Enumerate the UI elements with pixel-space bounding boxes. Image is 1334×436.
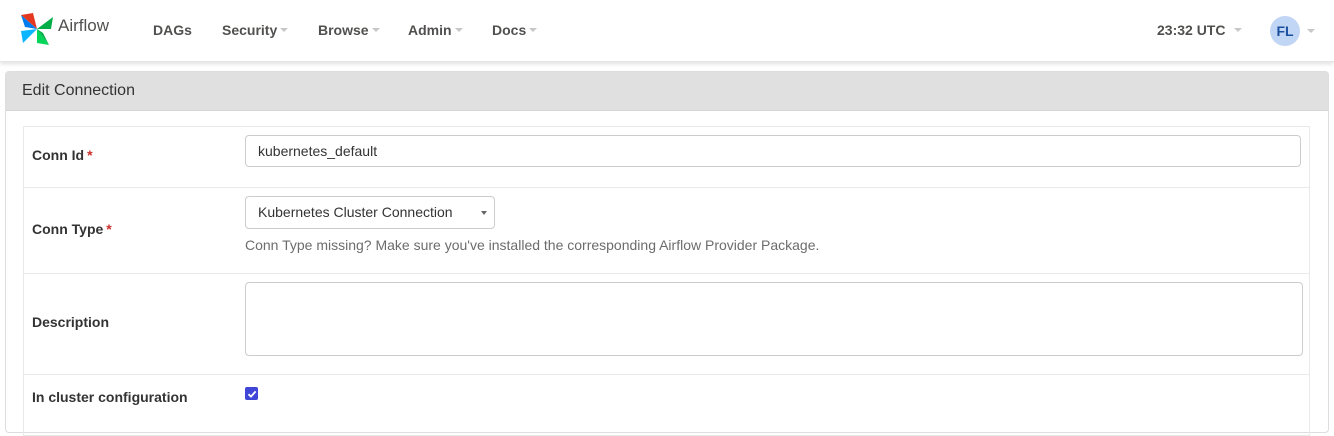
brand-name: Airflow [58,16,110,35]
chevron-down-icon [280,28,289,33]
clock-menu[interactable]: 23:32 UTC [1157,22,1243,38]
user-avatar[interactable]: FL [1270,16,1300,46]
required-mark: * [106,221,112,237]
select-arrow-icon [481,211,487,215]
chevron-down-icon[interactable] [1307,29,1315,33]
airflow-logo-icon [19,11,55,47]
nav-browse[interactable]: Browse [318,22,380,38]
nav-docs-label: Docs [492,22,527,38]
conn-id-row: Conn Id * kubernetes_default [23,127,1310,188]
conn-type-select[interactable]: Kubernetes Cluster Connection [245,196,495,229]
nav-security[interactable]: Security [222,22,289,38]
conn-type-label: Conn Type * [32,221,112,237]
nav-dags-label: DAGs [153,22,192,38]
clock-time: 23:32 UTC [1157,22,1226,38]
panel-title: Edit Connection [6,72,1328,111]
conn-type-row: Conn Type * Kubernetes Cluster Connection… [23,188,1310,274]
in-cluster-row: In cluster configuration [23,375,1310,436]
chevron-down-icon [529,28,538,33]
checkmark-icon [247,390,256,398]
chevron-down-icon [1234,28,1243,33]
nav-admin[interactable]: Admin [408,22,463,38]
in-cluster-checkbox[interactable] [245,387,258,400]
nav-admin-label: Admin [408,22,452,38]
nav-browse-label: Browse [318,22,369,38]
conn-type-help-text: Conn Type missing? Make sure you've inst… [245,237,820,253]
conn-type-label-text: Conn Type [32,221,104,237]
top-navbar: Airflow DAGs Security Browse Admin Docs … [0,0,1334,62]
description-row: Description [23,274,1310,375]
conn-type-selected-value: Kubernetes Cluster Connection [258,204,453,220]
brand-link[interactable]: Airflow [19,11,109,47]
chevron-down-icon [371,28,380,33]
nav-dags[interactable]: DAGs [153,22,192,38]
conn-id-label-text: Conn Id [32,147,85,163]
in-cluster-label: In cluster configuration [32,389,188,405]
connection-form: Conn Id * kubernetes_default Conn Type * K… [23,126,1310,436]
description-textarea[interactable] [245,282,1303,356]
description-label: Description [32,314,110,330]
nav-docs[interactable]: Docs [492,22,538,38]
chevron-down-icon [454,28,463,33]
edit-connection-panel: Edit Connection Conn Id * kubernetes_defa… [5,71,1329,436]
user-initials: FL [1276,23,1294,39]
conn-id-label: Conn Id * [32,147,93,163]
required-mark: * [87,147,93,163]
conn-id-input[interactable]: kubernetes_default [245,135,1301,167]
nav-security-label: Security [222,22,278,38]
